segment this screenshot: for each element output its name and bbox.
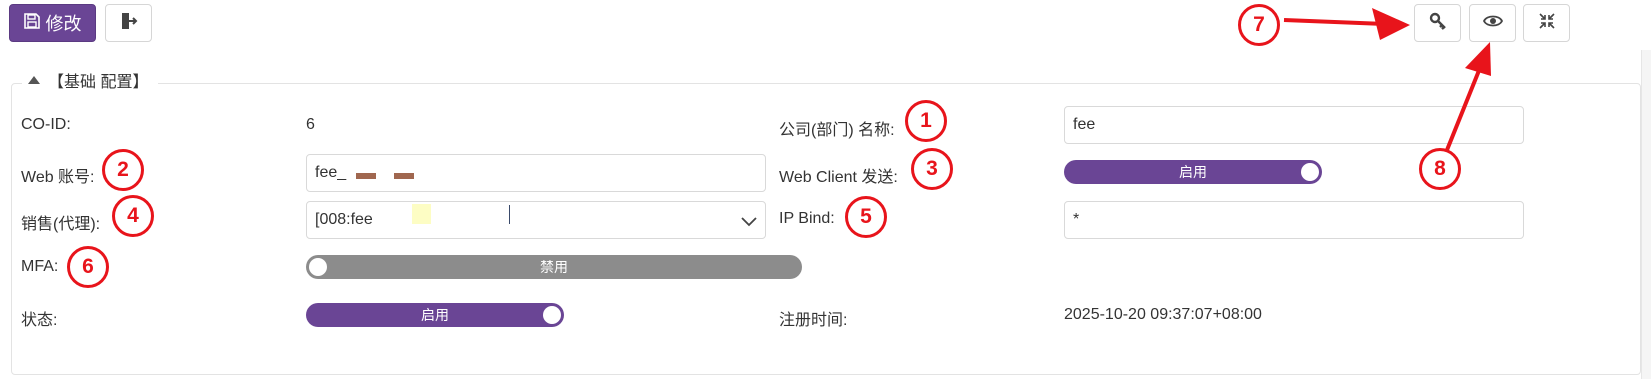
annotation-badge-6: 6 <box>67 246 109 288</box>
annotation-arrow-7 <box>1283 18 1386 26</box>
annotation-badge-4: 4 <box>112 195 154 237</box>
annotation-badge-8: 8 <box>1419 148 1461 190</box>
annotation-arrowhead-8 <box>1465 42 1491 76</box>
annotation-arrows <box>1283 8 1491 151</box>
annotation-badge-2: 2 <box>102 149 144 191</box>
annotation-arrow-8 <box>1445 67 1482 151</box>
annotation-arrowhead-7 <box>1372 8 1410 40</box>
annotation-badge-7: 7 <box>1238 4 1280 46</box>
annotation-badge-5: 5 <box>845 196 887 238</box>
annotation-badge-1: 1 <box>905 100 947 142</box>
annotation-badge-3: 3 <box>911 148 953 190</box>
